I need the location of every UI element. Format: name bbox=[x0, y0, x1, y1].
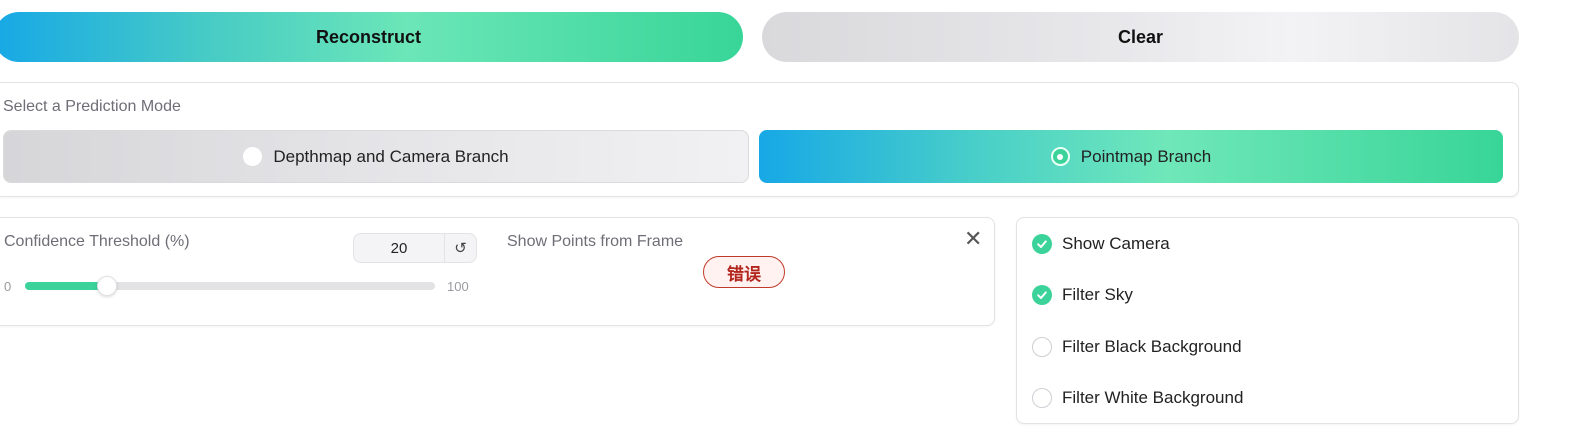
mode-option-pointmap[interactable]: Pointmap Branch bbox=[759, 130, 1503, 183]
confidence-slider[interactable] bbox=[25, 276, 435, 296]
confidence-number-input[interactable]: 20 ↺ bbox=[353, 233, 477, 263]
confidence-panel: Confidence Threshold (%) 20 ↺ 0 100 Show… bbox=[0, 217, 995, 326]
radio-unselected-icon bbox=[243, 147, 263, 166]
option-label: Filter White Background bbox=[1062, 388, 1244, 407]
checkbox-icon[interactable] bbox=[1032, 337, 1052, 357]
close-icon[interactable]: ✕ bbox=[964, 228, 982, 250]
option-filter-sky[interactable]: Filter Sky bbox=[1032, 283, 1133, 307]
display-options-panel: Show Camera Filter Sky Filter Black Back… bbox=[1016, 217, 1519, 424]
app-root: Reconstruct Clear Select a Prediction Mo… bbox=[0, 0, 1569, 431]
option-label: Filter Black Background bbox=[1062, 337, 1242, 356]
mode-option-label: Pointmap Branch bbox=[1080, 146, 1212, 166]
option-label: Show Camera bbox=[1062, 234, 1170, 253]
option-label: Filter Sky bbox=[1062, 285, 1133, 304]
prediction-mode-label: Select a Prediction Mode bbox=[3, 98, 181, 115]
show-points-frame-label: Show Points from Frame bbox=[507, 233, 684, 250]
prediction-mode-panel: Select a Prediction Mode Depthmap and Ca… bbox=[0, 82, 1519, 197]
reconstruct-button[interactable]: Reconstruct bbox=[0, 12, 743, 62]
checkbox-icon[interactable] bbox=[1032, 388, 1052, 408]
checkbox-icon[interactable] bbox=[1032, 285, 1052, 305]
confidence-value[interactable]: 20 bbox=[354, 234, 445, 262]
error-badge: 错误 bbox=[703, 256, 785, 288]
confidence-label: Confidence Threshold (%) bbox=[4, 233, 190, 250]
mode-option-label: Depthmap and Camera Branch bbox=[273, 146, 509, 166]
option-filter-black-background[interactable]: Filter Black Background bbox=[1032, 335, 1242, 359]
slider-fill bbox=[25, 282, 107, 290]
radio-selected-icon bbox=[1050, 147, 1070, 166]
slider-max-label: 100 bbox=[447, 279, 469, 294]
slider-min-label: 0 bbox=[4, 279, 12, 294]
clear-button[interactable]: Clear bbox=[762, 12, 1519, 62]
option-show-camera[interactable]: Show Camera bbox=[1032, 232, 1170, 256]
option-filter-white-background[interactable]: Filter White Background bbox=[1032, 386, 1243, 410]
slider-thumb[interactable] bbox=[97, 276, 117, 296]
mode-option-depthmap[interactable]: Depthmap and Camera Branch bbox=[3, 130, 749, 183]
reset-icon[interactable]: ↺ bbox=[445, 234, 476, 262]
checkbox-icon[interactable] bbox=[1032, 234, 1052, 254]
